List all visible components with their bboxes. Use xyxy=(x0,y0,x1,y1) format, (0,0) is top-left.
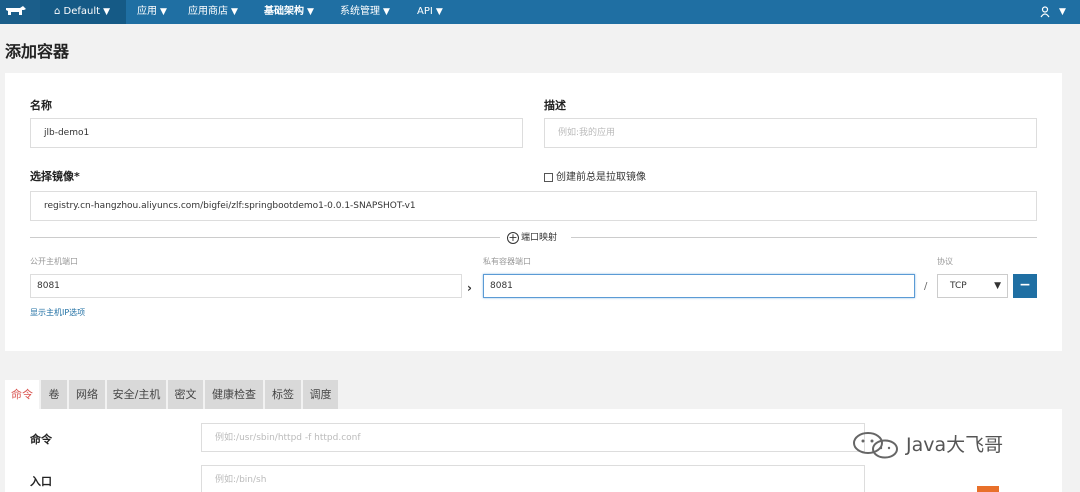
nav-item-label: API xyxy=(417,6,433,17)
chevron-down-icon: ▼ xyxy=(103,7,111,17)
env-selector[interactable]: ⌂ Default ▼ xyxy=(40,0,126,24)
image-input[interactable]: registry.cn-hangzhou.aliyuncs.com/bigfei… xyxy=(30,191,1037,221)
tab-network[interactable]: 网络 xyxy=(69,380,105,409)
logo-box[interactable] xyxy=(0,0,40,24)
pull-image-checkbox[interactable]: 创建前总是拉取镜像 xyxy=(544,168,646,183)
description-input[interactable]: 例如:我的应用 xyxy=(544,118,1037,148)
tab-volumes[interactable]: 卷 xyxy=(41,380,67,409)
chevron-down-icon: ▼ xyxy=(160,7,167,17)
nav-item-api[interactable]: API ▼ xyxy=(417,0,443,24)
corner-badge xyxy=(977,486,999,492)
chevron-down-icon: ▼ xyxy=(383,7,390,17)
protocol-value: TCP xyxy=(950,281,967,291)
port-map-header[interactable]: + 端口映射 xyxy=(507,231,557,245)
name-input[interactable]: jlb-demo1 xyxy=(30,118,523,148)
wechat-icon xyxy=(853,432,898,459)
tab-security-host[interactable]: 安全/主机 xyxy=(107,380,166,409)
chevron-down-icon: ▼ xyxy=(435,7,443,17)
private-port-input[interactable]: 8081 xyxy=(483,274,915,298)
public-port-input[interactable]: 8081 xyxy=(30,274,462,298)
chevron-down-icon: ▼ xyxy=(307,7,314,17)
image-label: 选择镜像* xyxy=(30,170,80,183)
command-input[interactable]: 例如:/usr/sbin/httpd -f httpd.conf xyxy=(201,423,865,452)
rancher-logo-icon xyxy=(6,6,26,15)
chevron-down-icon[interactable]: ▼ xyxy=(1059,0,1066,24)
tab-labels[interactable]: 标签 xyxy=(265,380,301,409)
command-label: 命令 xyxy=(30,433,52,446)
minus-icon: − xyxy=(1019,277,1031,293)
chevron-right-icon: › xyxy=(467,281,472,295)
tab-scheduling[interactable]: 调度 xyxy=(303,380,338,409)
plus-circle-icon[interactable]: + xyxy=(507,231,519,244)
entrypoint-label: 入口 xyxy=(30,475,52,488)
private-port-label: 私有容器端口 xyxy=(483,257,531,266)
checkbox-icon[interactable] xyxy=(544,172,553,182)
nav-item-admin[interactable]: 系统管理 ▼ xyxy=(340,0,390,24)
pull-image-label: 创建前总是拉取镜像 xyxy=(556,172,646,183)
port-map-label: 端口映射 xyxy=(521,233,558,243)
top-nav: ⌂ Default ▼ 应用 ▼ 应用商店 ▼ 基础架构 ▼ 系统管理 ▼ API ▼ ▼ xyxy=(0,0,1080,24)
description-label: 描述 xyxy=(544,99,566,112)
divider-right xyxy=(571,237,1037,238)
nav-item-label: 应用商店 xyxy=(188,6,228,17)
chevron-down-icon: ▼ xyxy=(994,281,1001,291)
nav-item-label: 基础架构 xyxy=(264,6,304,17)
public-port-label: 公开主机端口 xyxy=(30,257,78,266)
remove-port-button[interactable]: − xyxy=(1013,274,1037,298)
nav-item-label: 应用 xyxy=(137,6,157,17)
nav-item-infrastructure[interactable]: 基础架构 ▼ xyxy=(264,0,314,24)
page-title: 添加容器 xyxy=(5,42,70,61)
entrypoint-input[interactable]: 例如:/bin/sh xyxy=(201,465,865,492)
tab-health-check[interactable]: 健康检查 xyxy=(205,380,263,409)
slash-separator: / xyxy=(924,281,928,292)
watermark-text: Java大飞哥 xyxy=(906,434,1004,456)
tab-secrets[interactable]: 密文 xyxy=(168,380,203,409)
chevron-down-icon: ▼ xyxy=(231,7,238,17)
env-label: Default xyxy=(63,6,101,17)
protocol-label: 协议 xyxy=(937,257,953,266)
show-host-ip-link[interactable]: 显示主机IP选项 xyxy=(30,307,85,318)
protocol-select[interactable]: TCP ▼ xyxy=(937,274,1008,298)
tab-command[interactable]: 命令 xyxy=(5,380,39,409)
home-icon: ⌂ xyxy=(54,6,61,17)
nav-item-catalog[interactable]: 应用商店 ▼ xyxy=(188,0,238,24)
name-label: 名称 xyxy=(30,99,52,112)
nav-item-label: 系统管理 xyxy=(340,6,380,17)
user-icon[interactable] xyxy=(1040,6,1050,18)
divider-left xyxy=(30,237,500,238)
nav-item-apps[interactable]: 应用 ▼ xyxy=(137,0,167,24)
